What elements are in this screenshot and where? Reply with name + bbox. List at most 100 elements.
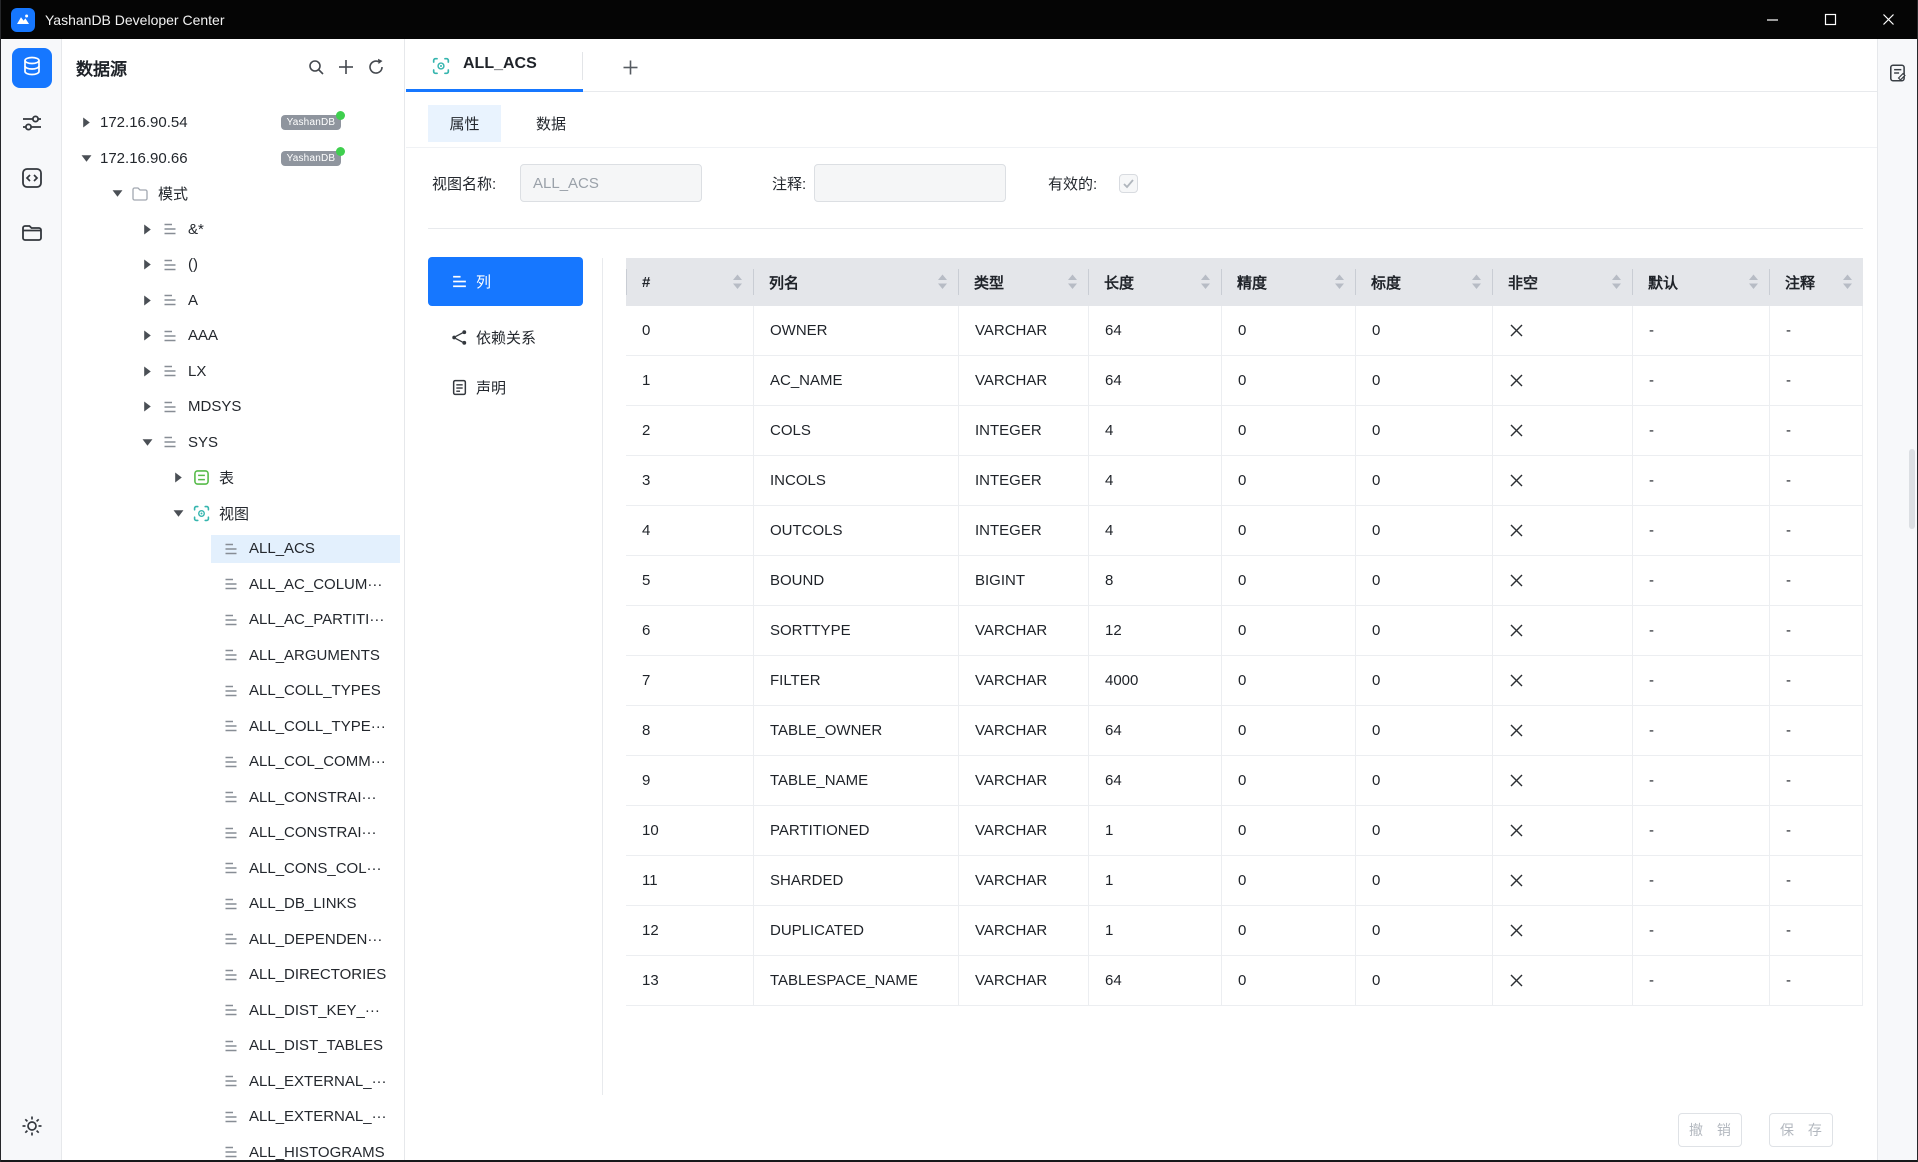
column-header[interactable]: 默认 xyxy=(1632,258,1769,306)
notes-icon[interactable] xyxy=(1886,61,1910,85)
table-row[interactable]: 3INCOLSINTEGER400-- xyxy=(626,456,1863,506)
maximize-button[interactable] xyxy=(1801,0,1859,39)
status-dot xyxy=(336,147,345,156)
tab-properties[interactable]: 属性 xyxy=(428,105,501,142)
tree-row-ALL_EXTERNAL_···[interactable]: ALL_EXTERNAL_··· xyxy=(62,1064,404,1100)
tree-row-ALL_EXTERNAL_···[interactable]: ALL_EXTERNAL_··· xyxy=(62,1099,404,1135)
add-icon[interactable] xyxy=(336,57,356,77)
tree-row-A[interactable]: A xyxy=(62,283,404,319)
table-row[interactable]: 9TABLE_NAMEVARCHAR6400-- xyxy=(626,756,1863,806)
cell: 6 xyxy=(626,606,753,656)
table-row[interactable]: 10PARTITIONEDVARCHAR100-- xyxy=(626,806,1863,856)
tree-row-模式[interactable]: 模式 xyxy=(62,176,404,212)
tree-row-AAA[interactable]: AAA xyxy=(62,318,404,354)
tree-row-ALL_DIST_TABLES[interactable]: ALL_DIST_TABLES xyxy=(62,1028,404,1064)
column-header[interactable]: 精度 xyxy=(1221,258,1355,306)
tree-row-172.16.90.66[interactable]: 172.16.90.66YashanDB xyxy=(62,141,404,177)
refresh-icon[interactable] xyxy=(366,57,386,77)
table-row[interactable]: 12DUPLICATEDVARCHAR100-- xyxy=(626,906,1863,956)
tree-row-inner: ALL_ARGUMENTS xyxy=(211,641,405,669)
tree-row-inner: 172.16.90.66 xyxy=(89,145,273,172)
table-row[interactable]: 13TABLESPACE_NAMEVARCHAR6400-- xyxy=(626,956,1863,1006)
cell: 0 xyxy=(1355,406,1492,456)
tree-row-ALL_CONSTRAI···[interactable]: ALL_CONSTRAI··· xyxy=(62,815,404,851)
tree-label: ALL_CONSTRAI··· xyxy=(249,789,377,806)
column-header[interactable]: 类型 xyxy=(958,258,1088,306)
undo-button[interactable]: 撤 销 xyxy=(1678,1113,1742,1147)
tab-data[interactable]: 数据 xyxy=(511,105,591,142)
table-row[interactable]: 4OUTCOLSINTEGER400-- xyxy=(626,506,1863,556)
tree-row-视图[interactable]: 视图 xyxy=(62,496,404,532)
tree-row-inner: () xyxy=(150,251,283,279)
tree-row-ALL_COL_COMM···[interactable]: ALL_COL_COMM··· xyxy=(62,744,404,780)
table-row[interactable]: 6SORTTYPEVARCHAR1200-- xyxy=(626,606,1863,656)
save-button[interactable]: 保 存 xyxy=(1769,1113,1833,1147)
tree-row-()[interactable]: () xyxy=(62,247,404,283)
tree-row-ALL_CONS_COL···[interactable]: ALL_CONS_COL··· xyxy=(62,851,404,887)
table-row[interactable]: 7FILTERVARCHAR400000-- xyxy=(626,656,1863,706)
minimize-button[interactable] xyxy=(1743,0,1801,39)
tree-row-ALL_COLL_TYPES[interactable]: ALL_COLL_TYPES xyxy=(62,673,404,709)
rail-item-settings[interactable] xyxy=(12,105,52,145)
tree-row-inner: ALL_EXTERNAL_··· xyxy=(211,1103,405,1131)
cell: VARCHAR xyxy=(958,706,1088,756)
column-header[interactable]: 注释 xyxy=(1769,258,1863,306)
rail-item-folder[interactable] xyxy=(12,215,52,255)
tree-row-ALL_DIRECTORIES[interactable]: ALL_DIRECTORIES xyxy=(62,957,404,993)
nav-item-dependencies[interactable]: 依赖关系 xyxy=(428,313,583,362)
window-title: YashanDB Developer Center xyxy=(45,12,225,28)
tree-row-ALL_CONSTRAI···[interactable]: ALL_CONSTRAI··· xyxy=(62,780,404,816)
comment-input[interactable] xyxy=(814,164,1006,202)
table-row[interactable]: 0OWNERVARCHAR6400-- xyxy=(626,306,1863,356)
cell: 1 xyxy=(1088,906,1221,956)
cell: 1 xyxy=(1088,856,1221,906)
tree-row-&*[interactable]: &* xyxy=(62,212,404,248)
cell: 8 xyxy=(626,706,753,756)
tree-row-SYS[interactable]: SYS xyxy=(62,425,404,461)
column-header[interactable]: 长度 xyxy=(1088,258,1221,306)
table-row[interactable]: 5BOUNDBIGINT800-- xyxy=(626,556,1863,606)
lines-icon xyxy=(222,1143,240,1161)
table-row[interactable]: 8TABLE_OWNERVARCHAR6400-- xyxy=(626,706,1863,756)
tree-row-ALL_ACS[interactable]: ALL_ACS xyxy=(62,531,404,567)
tree-label: SYS xyxy=(188,434,218,451)
cell: 2 xyxy=(626,406,753,456)
nav-item-columns[interactable]: 列 xyxy=(428,257,583,306)
tree-row-ALL_DEPENDEN···[interactable]: ALL_DEPENDEN··· xyxy=(62,922,404,958)
tree-row-ALL_AC_COLUM···[interactable]: ALL_AC_COLUM··· xyxy=(62,567,404,603)
tree-row-172.16.90.54[interactable]: 172.16.90.54YashanDB xyxy=(62,105,404,141)
cell: VARCHAR xyxy=(958,306,1088,356)
tree-row-ALL_COLL_TYPE···[interactable]: ALL_COLL_TYPE··· xyxy=(62,709,404,745)
rail-item-code[interactable] xyxy=(12,160,52,200)
column-header[interactable]: 非空 xyxy=(1492,258,1632,306)
tree-row-ALL_DB_LINKS[interactable]: ALL_DB_LINKS xyxy=(62,886,404,922)
new-tab-button[interactable] xyxy=(619,56,641,78)
editor-tab-all-acs[interactable]: ALL_ACS xyxy=(406,39,583,92)
rail-item-gear[interactable] xyxy=(12,1108,52,1148)
tree-row-ALL_AC_PARTITI···[interactable]: ALL_AC_PARTITI··· xyxy=(62,602,404,638)
tree-row-ALL_ARGUMENTS[interactable]: ALL_ARGUMENTS xyxy=(62,638,404,674)
tree-label: ALL_EXTERNAL_··· xyxy=(249,1073,387,1090)
valid-checkbox[interactable] xyxy=(1119,174,1138,193)
tree-row-表[interactable]: 表 xyxy=(62,460,404,496)
table-row[interactable]: 1AC_NAMEVARCHAR6400-- xyxy=(626,356,1863,406)
lines-icon xyxy=(222,753,240,771)
datasource-sidebar: 数据源 172.16.90.54YashanDB172.16.90.66Yash… xyxy=(62,39,405,1162)
table-row[interactable]: 11SHARDEDVARCHAR100-- xyxy=(626,856,1863,906)
tree-row-ALL_DIST_KEY_···[interactable]: ALL_DIST_KEY_··· xyxy=(62,993,404,1029)
search-icon[interactable] xyxy=(306,57,326,77)
column-header[interactable]: # xyxy=(626,258,753,306)
rail-item-datasource[interactable] xyxy=(12,48,52,88)
close-button[interactable] xyxy=(1859,0,1917,39)
column-header[interactable]: 列名 xyxy=(753,258,958,306)
table-row[interactable]: 2COLSINTEGER400-- xyxy=(626,406,1863,456)
column-header[interactable]: 标度 xyxy=(1355,258,1492,306)
tree-row-ALL_HISTOGRAMS[interactable]: ALL_HISTOGRAMS xyxy=(62,1135,404,1162)
tree-label: 视图 xyxy=(219,503,249,524)
scrollbar-thumb[interactable] xyxy=(1909,449,1915,529)
tree-row-MDSYS[interactable]: MDSYS xyxy=(62,389,404,425)
view-name-input[interactable] xyxy=(520,164,702,202)
tree-row-LX[interactable]: LX xyxy=(62,354,404,390)
comment-label: 注释: xyxy=(772,173,806,194)
nav-item-declaration[interactable]: 声明 xyxy=(428,363,583,412)
